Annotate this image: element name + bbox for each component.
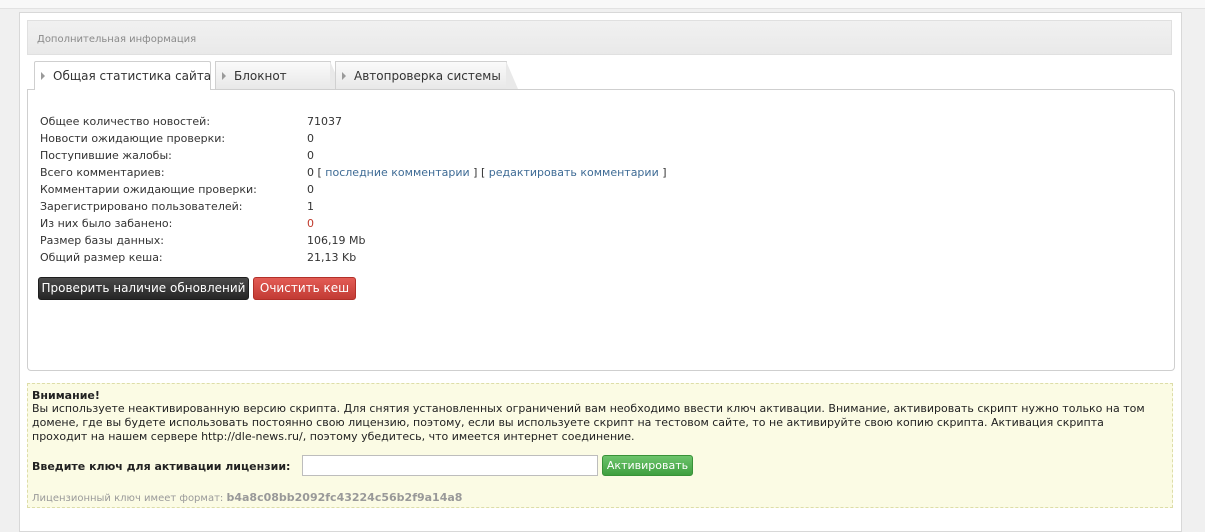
activation-warning: Внимание! Вы используете неактивированну… bbox=[27, 383, 1173, 508]
tab-label: Блокнот bbox=[234, 69, 287, 83]
license-key-label: Введите ключ для активации лицензии: bbox=[32, 460, 291, 473]
license-key-input[interactable] bbox=[302, 455, 598, 476]
tab-panel-site-stats: Общее количество новостей: 71037 Новости… bbox=[27, 89, 1175, 371]
tab-system-autocheck[interactable]: Автопроверка системы bbox=[335, 61, 518, 89]
bracket-close: ] bbox=[662, 166, 667, 179]
stat-value: 0 bbox=[307, 183, 314, 196]
edit-comments-link[interactable]: редактировать комментарии bbox=[489, 166, 659, 179]
activate-button[interactable]: Активировать bbox=[602, 455, 693, 476]
last-comments-link[interactable]: последние комментарии bbox=[325, 166, 469, 179]
format-label: Лицензионный ключ имеет формат: bbox=[32, 493, 224, 504]
stat-value: 106,19 Mb bbox=[307, 234, 366, 247]
tab-edge bbox=[506, 61, 518, 89]
bracket-close: ] bbox=[473, 166, 478, 179]
tab-site-stats[interactable]: Общая статистика сайта bbox=[34, 61, 211, 90]
license-format-hint: Лицензионный ключ имеет формат: b4a8c08b… bbox=[32, 491, 462, 506]
bracket-open: [ bbox=[317, 166, 322, 179]
stat-label: Общее количество новостей: bbox=[40, 115, 211, 128]
stat-label: Из них было забанено: bbox=[40, 217, 173, 230]
stat-value: 21,13 Kb bbox=[307, 251, 357, 264]
stat-label: Поступившие жалобы: bbox=[40, 149, 172, 162]
stat-label: Всего комментариев: bbox=[40, 166, 165, 179]
stat-value: 0 bbox=[307, 217, 314, 230]
bracket-open: [ bbox=[480, 166, 486, 179]
stat-value-group: 0 [ последние комментарии ] [ редактиров… bbox=[307, 164, 667, 181]
stat-label: Размер базы данных: bbox=[40, 234, 164, 247]
clear-cache-button[interactable]: Очистить кеш bbox=[253, 277, 356, 300]
tab-label: Общая статистика сайта bbox=[53, 69, 212, 83]
panel-title: Дополнительная информация bbox=[37, 34, 197, 45]
arrow-right-icon bbox=[222, 72, 226, 80]
warning-title: Внимание! bbox=[32, 389, 100, 402]
warning-text: Вы используете неактивированную версию с… bbox=[32, 402, 1145, 443]
stat-label: Комментарии ожидающие проверки: bbox=[40, 183, 257, 196]
format-example: b4a8c08bb2092fc43224c56b2f9a14a8 bbox=[226, 491, 463, 504]
arrow-right-icon bbox=[342, 72, 346, 80]
stat-value: 71037 bbox=[307, 115, 342, 128]
stat-label: Новости ожидающие проверки: bbox=[40, 132, 226, 145]
stat-value: 0 bbox=[307, 149, 314, 162]
panel-header: Дополнительная информация bbox=[27, 20, 1172, 55]
check-updates-button[interactable]: Проверить наличие обновлений bbox=[38, 277, 249, 300]
tab-notepad[interactable]: Блокнот bbox=[215, 61, 342, 89]
stat-value: 1 bbox=[307, 200, 314, 213]
top-bar bbox=[0, 0, 1205, 9]
tab-label: Автопроверка системы bbox=[354, 69, 501, 83]
stat-label: Общий размер кеша: bbox=[40, 251, 163, 264]
info-panel: Дополнительная информация Общая статисти… bbox=[19, 12, 1182, 532]
arrow-right-icon bbox=[41, 72, 45, 80]
stat-value: 0 bbox=[307, 132, 314, 145]
stat-label: Зарегистрировано пользователей: bbox=[40, 200, 243, 213]
stat-value: 0 bbox=[307, 166, 314, 179]
